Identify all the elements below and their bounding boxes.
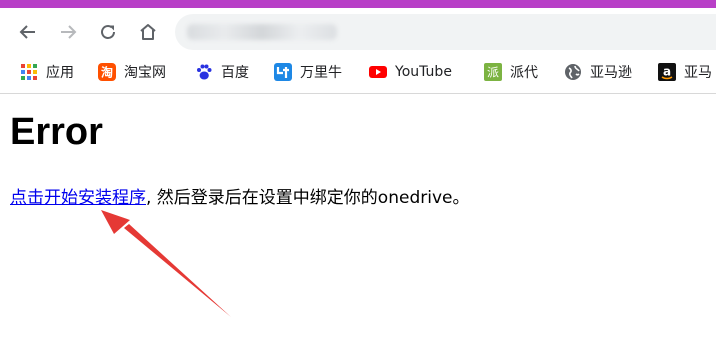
arrow-head: [101, 210, 130, 234]
annotation-arrow: [101, 210, 231, 317]
arrow-shaft: [124, 224, 231, 317]
